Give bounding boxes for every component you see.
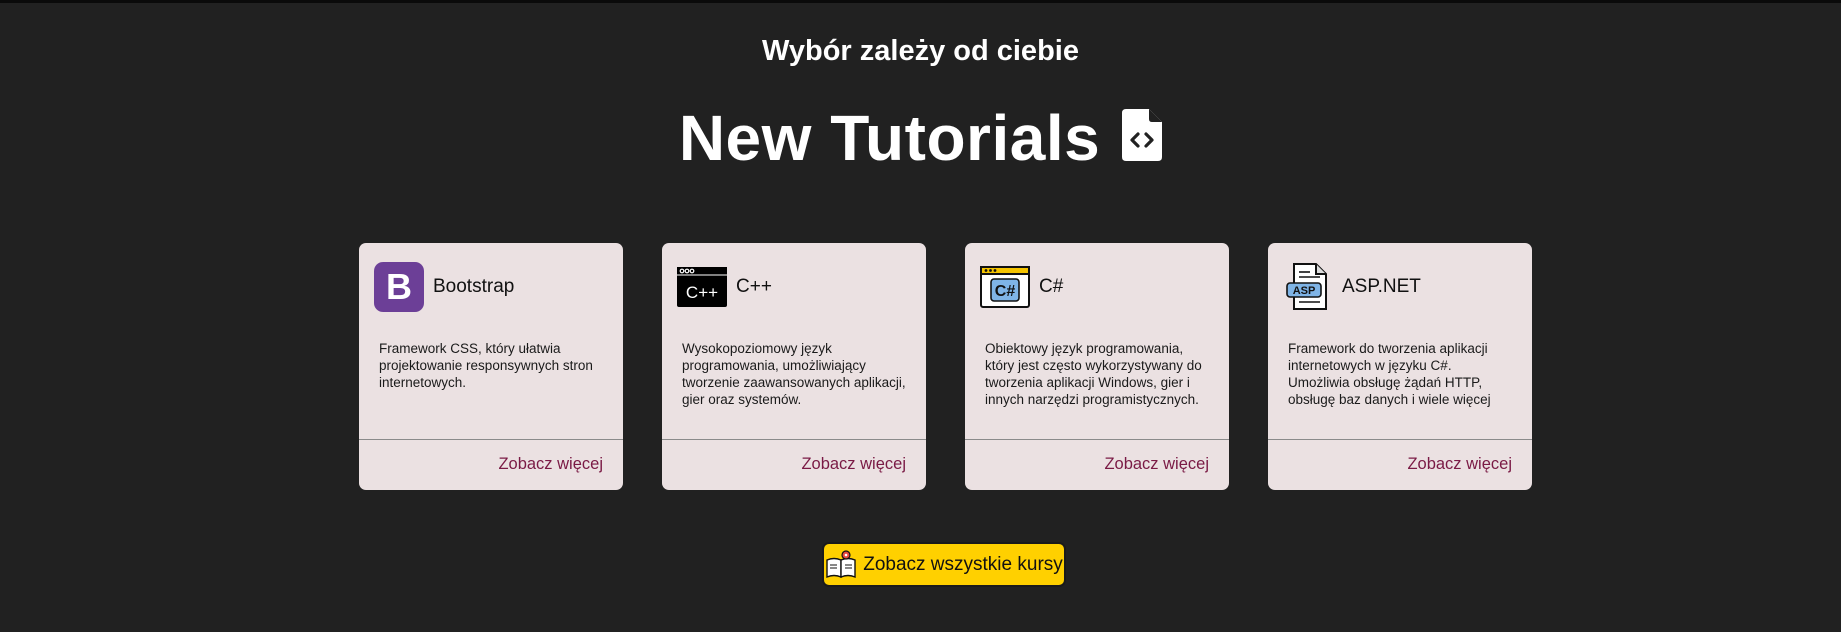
- card-aspnet: ASP ASP.NET Framework do tworzenia aplik…: [1268, 243, 1532, 490]
- open-book-icon: [825, 549, 857, 581]
- see-more-link-aspnet[interactable]: Zobacz więcej: [1407, 455, 1512, 474]
- all-courses-button[interactable]: Zobacz wszystkie kursy: [822, 542, 1066, 587]
- csharp-window-icon: C#: [979, 261, 1031, 313]
- card-title: ASP.NET: [1342, 276, 1421, 297]
- see-more-link-cpp[interactable]: Zobacz więcej: [801, 455, 906, 474]
- file-code-icon: [1122, 109, 1163, 161]
- card-description: Wysokopoziomowy język programowania, umo…: [682, 341, 906, 407]
- card-description: Obiektowy język programowania, który jes…: [985, 341, 1202, 407]
- card-divider: [662, 439, 926, 440]
- card-bootstrap: B Bootstrap Framework CSS, który ułatwia…: [359, 243, 623, 490]
- svg-text:B: B: [386, 266, 412, 307]
- page-title: New Tutorials: [678, 102, 1101, 174]
- card-header: ASP ASP.NET: [1282, 261, 1421, 313]
- card-title: C++: [736, 276, 772, 297]
- svg-text:C++: C++: [686, 283, 718, 302]
- card-title: Bootstrap: [433, 276, 515, 297]
- card-header: C# C#: [979, 261, 1063, 313]
- page-headline: New Tutorials: [0, 101, 1841, 175]
- card-csharp: C# C# Obiektowy język programowania, któ…: [965, 243, 1229, 490]
- card-title: C#: [1039, 276, 1064, 297]
- card-header: B Bootstrap: [373, 261, 514, 313]
- card-description: Framework CSS, który ułatwia projektowan…: [379, 341, 593, 390]
- svg-text:C#: C#: [995, 283, 1016, 300]
- card-description: Framework do tworzenia aplikacji interne…: [1288, 341, 1491, 407]
- card-cpp: C++ C++ Wysokopoziomowy język programowa…: [662, 243, 926, 490]
- see-more-link-csharp[interactable]: Zobacz więcej: [1104, 455, 1209, 474]
- card-header: C++ C++: [676, 261, 772, 313]
- tutorial-cards: B Bootstrap Framework CSS, który ułatwia…: [359, 243, 1532, 490]
- see-more-link-bootstrap[interactable]: Zobacz więcej: [498, 455, 603, 474]
- svg-text:ASP: ASP: [1293, 285, 1316, 297]
- cpp-window-icon: C++: [676, 261, 728, 313]
- asp-file-icon: ASP: [1282, 261, 1334, 313]
- all-courses-label: Zobacz wszystkie kursy: [863, 553, 1063, 575]
- card-divider: [1268, 439, 1532, 440]
- page-subtitle: Wybór zależy od ciebie: [762, 35, 1079, 67]
- card-divider: [359, 439, 623, 440]
- bootstrap-logo-icon: B: [373, 261, 425, 313]
- card-divider: [965, 439, 1229, 440]
